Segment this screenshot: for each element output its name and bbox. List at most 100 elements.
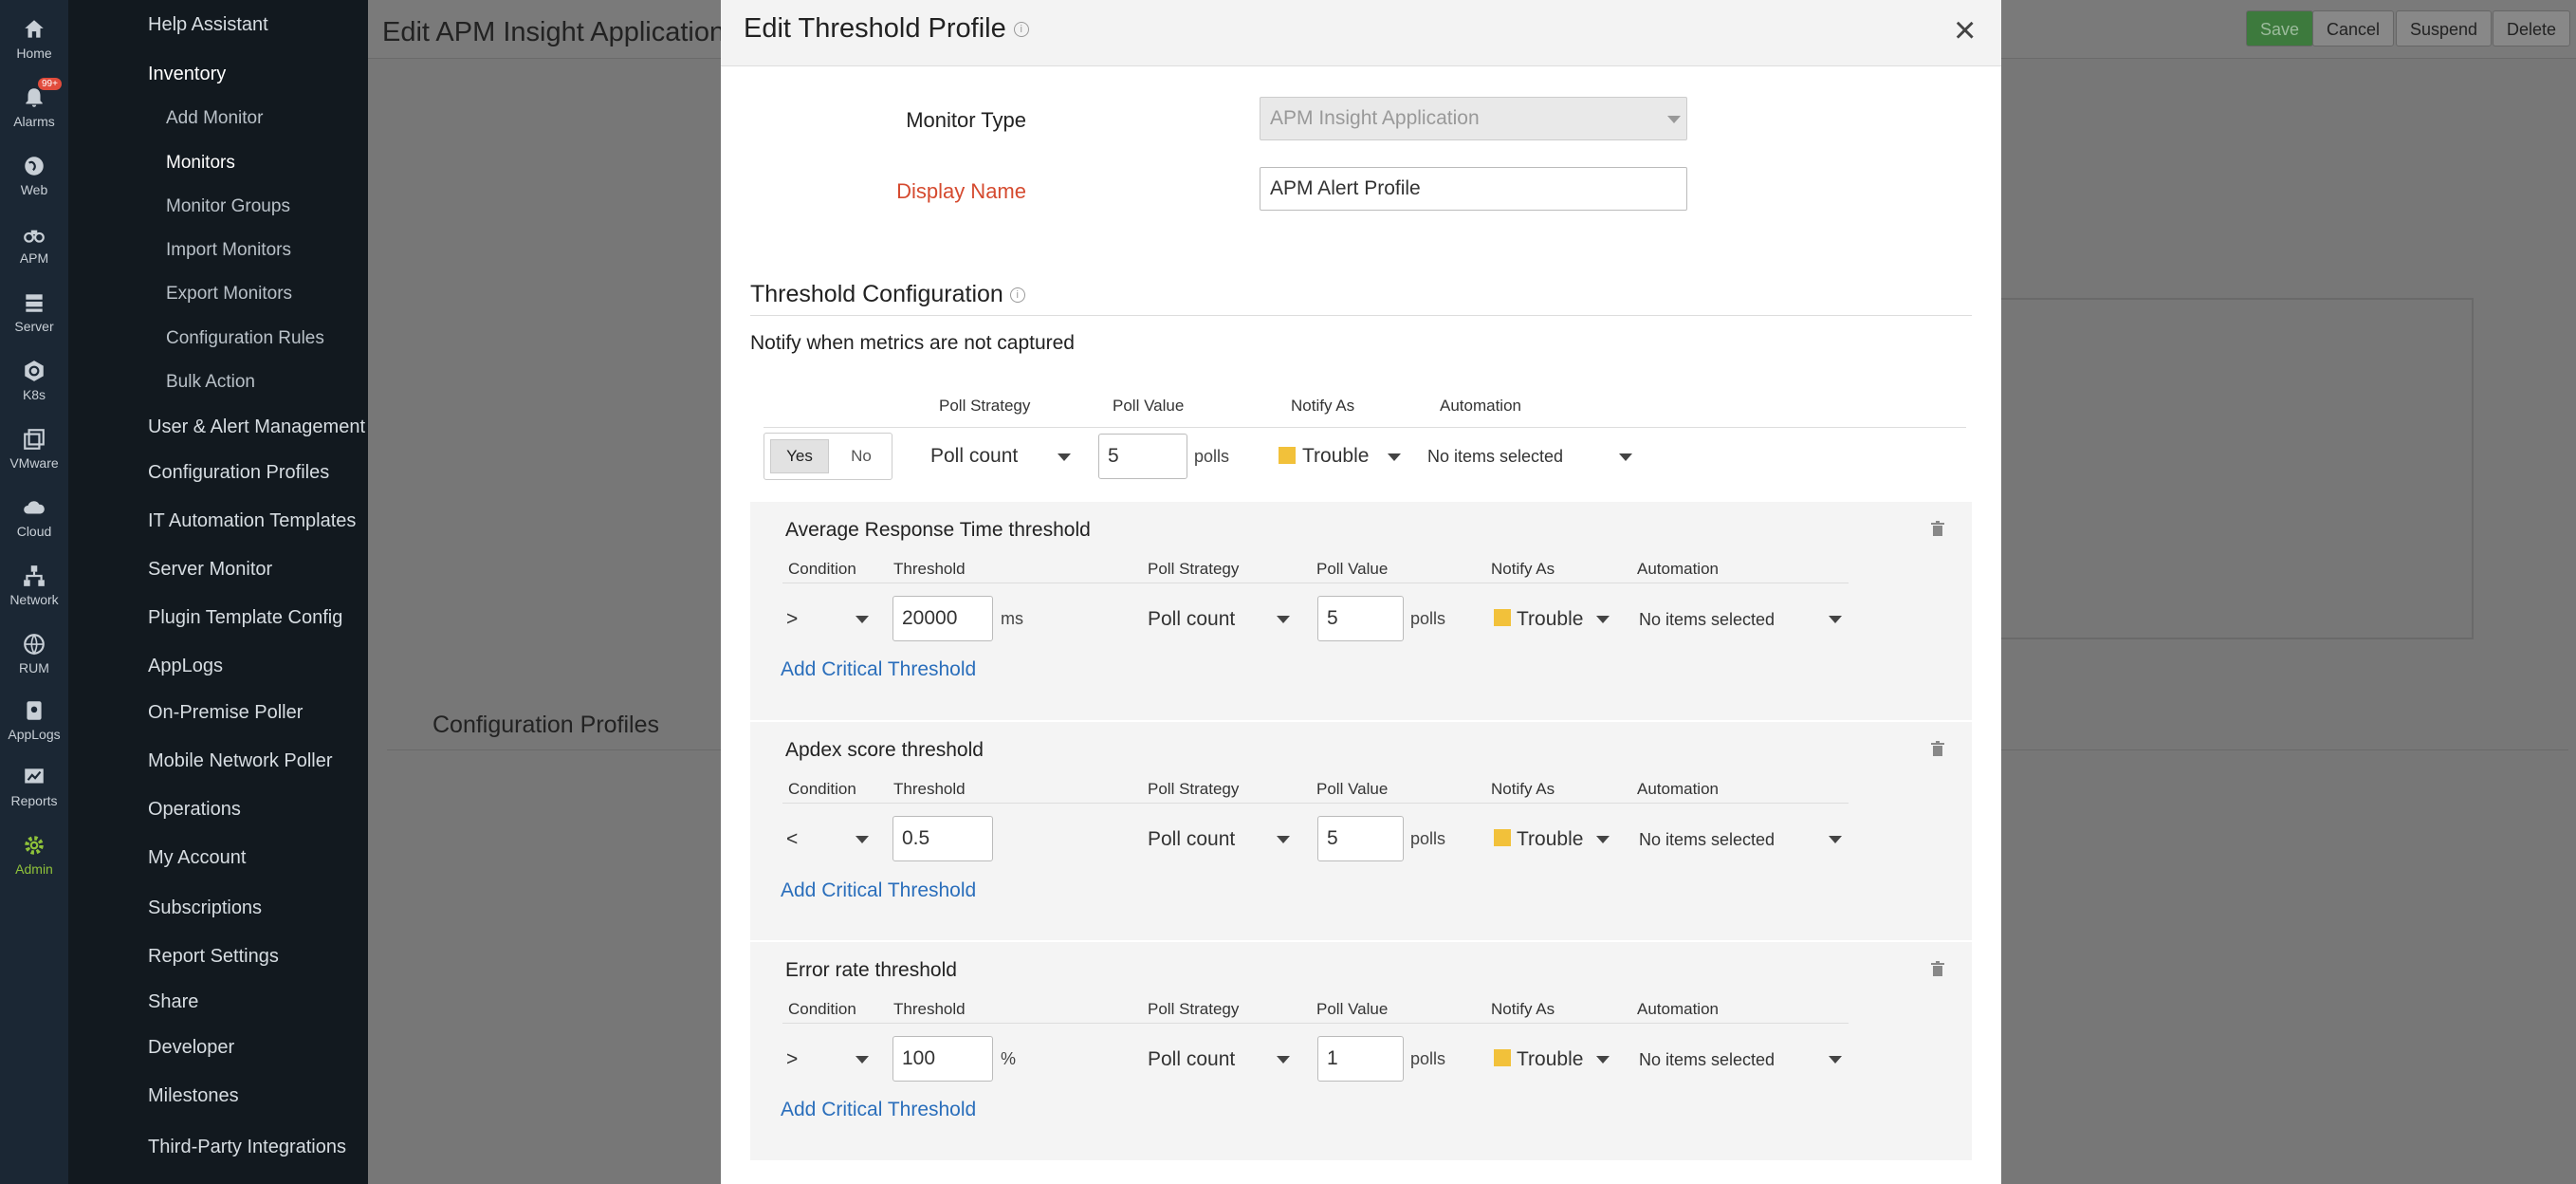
nav-export-monitors[interactable]: Export Monitors [166, 284, 292, 305]
rail-k8s[interactable]: K8s [0, 342, 68, 408]
condition-select[interactable]: < [786, 828, 798, 851]
notify-as-select[interactable]: Trouble [1517, 608, 1583, 631]
automation-select[interactable]: No items selected [1639, 830, 1775, 850]
rail-applogs[interactable]: AppLogs [0, 681, 68, 748]
toggle-yes[interactable]: Yes [770, 439, 829, 473]
nav-mobile-network-poller[interactable]: Mobile Network Poller [148, 750, 333, 772]
rail-rum[interactable]: RUM [0, 615, 68, 681]
chevron-down-icon[interactable] [1829, 836, 1842, 843]
condition-select[interactable]: > [786, 608, 798, 631]
chevron-down-icon[interactable] [1388, 453, 1401, 461]
poll-strategy-select[interactable]: Poll count [930, 445, 1018, 468]
chevron-down-icon[interactable] [1277, 836, 1290, 843]
chevron-down-icon[interactable] [1596, 836, 1610, 843]
nav-milestones[interactable]: Milestones [148, 1085, 239, 1107]
chevron-down-icon[interactable] [856, 1056, 869, 1064]
threshold-value-input[interactable]: 100 [892, 1036, 993, 1082]
automation-select[interactable]: No items selected [1639, 610, 1775, 630]
chevron-down-icon[interactable] [1619, 453, 1632, 461]
rail-server[interactable]: Server [0, 273, 68, 340]
notify-as-select[interactable]: Trouble [1302, 445, 1369, 468]
nav-server-monitor[interactable]: Server Monitor [148, 559, 272, 581]
nav-configuration-rules[interactable]: Configuration Rules [166, 328, 324, 349]
nav-my-account[interactable]: My Account [148, 847, 246, 869]
poll-value-input[interactable]: 5 [1098, 434, 1187, 479]
nav-bulk-action[interactable]: Bulk Action [166, 372, 255, 393]
chevron-down-icon[interactable] [1829, 1056, 1842, 1064]
background-panel [1999, 298, 2474, 639]
trash-icon[interactable] [1931, 741, 1944, 756]
rail-network[interactable]: Network [0, 546, 68, 613]
save-button[interactable]: Save [2246, 10, 2314, 46]
chevron-down-icon[interactable] [1829, 616, 1842, 623]
chevron-down-icon[interactable] [1277, 1056, 1290, 1064]
rail-label: VMware [9, 455, 59, 471]
nav-on-premise-poller[interactable]: On-Premise Poller [148, 702, 303, 724]
poll-value-input[interactable]: 5 [1317, 596, 1404, 641]
nav-plugin-template-config[interactable]: Plugin Template Config [148, 607, 342, 629]
threshold-card-average-response-time: Average Response Time threshold Conditio… [750, 502, 1972, 720]
trash-icon[interactable] [1931, 961, 1944, 976]
rail-alarms[interactable]: 99+ Alarms [0, 68, 68, 135]
nav-monitors[interactable]: Monitors [166, 153, 235, 174]
nav-monitor-groups[interactable]: Monitor Groups [166, 196, 290, 217]
nav-third-party-integrations[interactable]: Third-Party Integrations [148, 1137, 346, 1158]
chevron-down-icon[interactable] [856, 616, 869, 623]
info-icon[interactable]: i [1009, 287, 1025, 304]
suspend-button[interactable]: Suspend [2396, 10, 2493, 46]
toggle-no[interactable]: No [840, 439, 882, 473]
poll-strategy-select[interactable]: Poll count [1148, 828, 1235, 851]
automation-select[interactable]: No items selected [1639, 1050, 1775, 1070]
chevron-down-icon[interactable] [1277, 616, 1290, 623]
add-critical-threshold-link[interactable]: Add Critical Threshold [781, 1099, 976, 1121]
chevron-down-icon[interactable] [1596, 1056, 1610, 1064]
nav-user-alert-management[interactable]: User & Alert Management [148, 416, 365, 438]
nav-it-automation-templates[interactable]: IT Automation Templates [148, 510, 356, 532]
nav-developer[interactable]: Developer [148, 1037, 234, 1059]
nav-operations[interactable]: Operations [148, 799, 241, 821]
rail-label: Cloud [16, 524, 52, 539]
nav-add-monitor[interactable]: Add Monitor [166, 108, 263, 129]
rail-apm[interactable]: APM [0, 205, 68, 271]
info-icon[interactable]: i [1013, 22, 1029, 38]
nav-report-settings[interactable]: Report Settings [148, 946, 279, 968]
delete-button[interactable]: Delete [2493, 10, 2571, 46]
chevron-down-icon[interactable] [856, 836, 869, 843]
rail-web[interactable]: Web [0, 137, 68, 203]
notify-as-select[interactable]: Trouble [1517, 1048, 1583, 1071]
col-poll-strategy: Poll Strategy [1148, 780, 1240, 798]
poll-strategy-select[interactable]: Poll count [1148, 608, 1235, 631]
add-critical-threshold-link[interactable]: Add Critical Threshold [781, 879, 976, 902]
notify-yes-no-toggle[interactable]: Yes No [764, 433, 892, 480]
threshold-value-input[interactable]: 20000 [892, 596, 993, 641]
display-name-input[interactable]: APM Alert Profile [1260, 167, 1687, 211]
nav-help-assistant[interactable]: Help Assistant [148, 14, 268, 36]
rail-reports[interactable]: Reports [0, 748, 68, 814]
poll-value-input[interactable]: 1 [1317, 1036, 1404, 1082]
close-icon[interactable]: × [1954, 9, 1976, 52]
binoculars-icon [24, 230, 45, 243]
automation-select[interactable]: No items selected [1427, 447, 1563, 467]
rail-admin[interactable]: Admin [0, 816, 68, 882]
poll-strategy-select[interactable]: Poll count [1148, 1048, 1235, 1071]
poll-unit: polls [1410, 829, 1446, 848]
chevron-down-icon[interactable] [1596, 616, 1610, 623]
nav-share[interactable]: Share [148, 991, 198, 1013]
poll-value-input[interactable]: 5 [1317, 816, 1404, 861]
threshold-value-input[interactable]: 0.5 [892, 816, 993, 861]
rail-home[interactable]: Home [0, 0, 68, 66]
nav-applogs[interactable]: AppLogs [148, 656, 223, 677]
rail-vmware[interactable]: VMware [0, 410, 68, 476]
nav-import-monitors[interactable]: Import Monitors [166, 240, 291, 261]
divider [764, 427, 1966, 428]
notify-as-select[interactable]: Trouble [1517, 828, 1583, 851]
nav-inventory[interactable]: Inventory [148, 64, 226, 85]
add-critical-threshold-link[interactable]: Add Critical Threshold [781, 658, 976, 681]
nav-configuration-profiles[interactable]: Configuration Profiles [148, 462, 329, 484]
trash-icon[interactable] [1931, 521, 1944, 536]
cancel-button[interactable]: Cancel [2312, 10, 2395, 46]
rail-cloud[interactable]: Cloud [0, 478, 68, 545]
condition-select[interactable]: > [786, 1048, 798, 1071]
chevron-down-icon[interactable] [1058, 453, 1071, 461]
nav-subscriptions[interactable]: Subscriptions [148, 897, 262, 919]
